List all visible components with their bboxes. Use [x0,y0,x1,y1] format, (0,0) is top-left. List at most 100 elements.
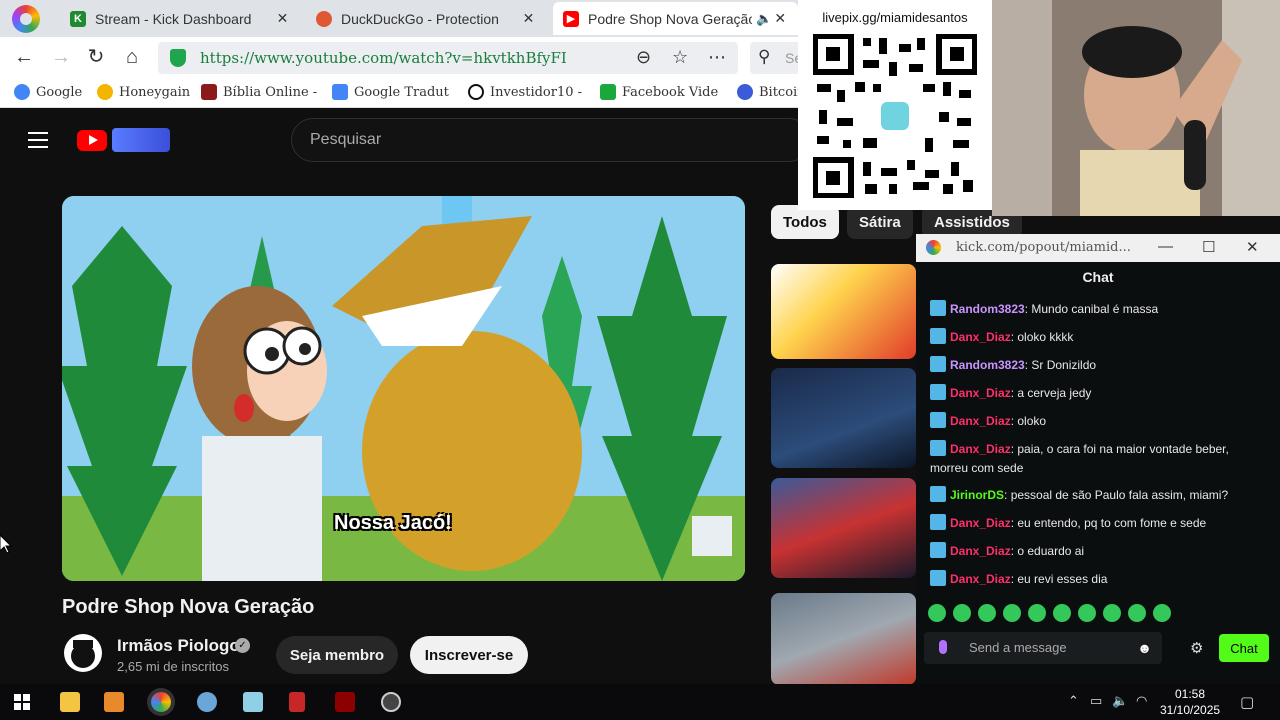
file-explorer-icon[interactable] [60,692,80,712]
reload-icon[interactable]: ↻ [84,46,108,68]
bookmark-facebook[interactable]: Facebook Vide [600,84,718,100]
recommended-thumbnail[interactable] [771,593,916,685]
subscribe-button[interactable]: Inscrever-se [410,636,528,674]
emoji-icon[interactable]: ☻ [1137,640,1152,656]
network-icon[interactable]: ◠ [1136,693,1147,709]
obs-icon[interactable] [381,692,401,712]
system-clock[interactable]: 01:58 31/10/2025 [1160,686,1220,718]
chat-separator: : [1004,488,1011,502]
bookmark-biblia[interactable]: Bíblia Online - [201,84,317,100]
windows-taskbar: ⌃ ▭ 🔈 ◠ 01:58 31/10/2025 ▢ [0,684,1280,720]
media-player-icon[interactable] [104,692,124,712]
emote-icon[interactable] [1103,604,1121,622]
battery-icon[interactable]: ▭ [1090,693,1102,709]
chat-username[interactable]: Danx_Diaz [950,414,1011,428]
video-caption: Nossa Jacó! [334,512,452,534]
chat-username[interactable]: Danx_Diaz [950,544,1011,558]
back-icon[interactable]: ← [12,46,36,68]
calculator-icon[interactable] [289,692,305,712]
browser-taskbar-icon[interactable] [151,692,171,712]
chat-message-input[interactable]: Send a message ☻ [924,632,1162,664]
chat-username[interactable]: Danx_Diaz [950,572,1011,586]
gear-icon[interactable]: ⚙ [1190,639,1203,657]
kick-chat-window: kick.com/popout/miamid... — ☐ ✕ Chat Ran… [916,234,1280,684]
join-member-button[interactable]: Seja membro [276,636,398,674]
flash-icon[interactable] [335,692,355,712]
chat-badge-icon [930,486,946,502]
tab-youtube-video[interactable]: ▶ Podre Shop Nova Geração 🔈 ✕ [553,2,798,35]
emote-icon[interactable] [953,604,971,622]
emote-icon[interactable] [1128,604,1146,622]
chat-window-url: kick.com/popout/miamid... [956,240,1131,255]
microphone-icon[interactable] [939,640,947,654]
webcam-overlay [992,0,1280,216]
emote-icon[interactable] [1003,604,1021,622]
address-bar[interactable]: https://www.youtube.com/watch?v=hkvtkhBf… [158,42,738,74]
chat-badge-icon [930,412,946,428]
volume-icon[interactable]: 🔈 [1112,693,1128,709]
emote-icon[interactable] [928,604,946,622]
minimize-icon[interactable]: — [1158,238,1173,255]
chat-username[interactable]: JirinorDS [950,488,1004,502]
chat-badge-icon [930,514,946,530]
send-chat-button[interactable]: Chat [1219,634,1269,662]
emote-icon[interactable] [978,604,996,622]
chat-message: JirinorDS: pessoal de são Paulo fala ass… [930,486,1266,505]
chat-username[interactable]: Random3823 [950,358,1025,372]
tab-kick-dashboard[interactable]: K Stream - Kick Dashboard ✕ [60,2,300,35]
channel-avatar[interactable] [64,634,102,672]
menu-icon[interactable] [28,132,48,153]
bookmark-honeygain[interactable]: Honeygain [97,84,190,100]
bookmark-bitcoin[interactable]: Bitcoin [737,84,806,100]
home-icon[interactable]: ⌂ [120,46,144,68]
notification-icon[interactable]: ▢ [1240,693,1254,711]
channel-name[interactable]: Irmãos Piologo [117,636,240,656]
emote-icon[interactable] [1053,604,1071,622]
recommended-thumbnail[interactable] [771,478,916,578]
clock-date: 31/10/2025 [1160,703,1221,717]
recommended-thumbnail[interactable] [771,368,916,468]
close-tab-icon[interactable]: ✕ [521,10,536,27]
forward-icon[interactable]: → [49,46,73,68]
chat-text: o eduardo ai [1017,544,1085,558]
bookmark-investidor[interactable]: Investidor10 - [468,84,582,100]
chat-username[interactable]: Danx_Diaz [950,442,1011,456]
close-icon[interactable]: ✕ [1246,238,1259,256]
chat-text: eu revi esses dia [1017,572,1108,586]
bookmark-label: Facebook Vide [622,84,719,100]
close-tab-icon[interactable]: ✕ [772,10,788,27]
youtube-search-input[interactable]: Pesquisar [291,118,811,162]
pix-qr-overlay: livepix.gg/miamidesantos [798,0,992,210]
emote-icon[interactable] [1153,604,1171,622]
chat-message: Danx_Diaz: eu entendo, pq to com fome e … [930,514,1266,533]
app-icon[interactable] [243,692,263,712]
youtube-logo[interactable] [77,130,107,151]
chat-badge-icon [930,440,946,456]
chip-todos[interactable]: Todos [771,205,839,239]
emote-icon[interactable] [1078,604,1096,622]
zoom-icon[interactable]: ⊖ [636,47,651,68]
browser-menu-icon[interactable] [12,5,40,33]
chat-text: Mundo canibal é massa [1031,302,1159,316]
chat-username[interactable]: Random3823 [950,302,1025,316]
speaker-icon[interactable]: 🔈 [756,11,772,27]
chat-username[interactable]: Danx_Diaz [950,516,1011,530]
close-tab-icon[interactable]: ✕ [275,10,290,27]
tab-duckduckgo[interactable]: DuckDuckGo - Protection ✕ [306,2,546,35]
bookmark-translate[interactable]: Google Tradut [332,84,449,100]
bookmark-star-icon[interactable]: ☆ [672,47,688,68]
windows-start-icon[interactable] [14,694,30,710]
emote-icon[interactable] [1028,604,1046,622]
chat-message: Danx_Diaz: oloko [930,412,1266,431]
paint-icon[interactable] [197,692,217,712]
more-icon[interactable]: ⋯ [708,47,726,68]
recommended-thumbnail[interactable] [771,264,916,359]
chat-text: oloko kkkk [1017,330,1074,344]
subscriber-count: 2,65 mi de inscritos [117,659,229,674]
chip-satira[interactable]: Sátira [847,205,913,239]
chat-username[interactable]: Danx_Diaz [950,330,1011,344]
chat-username[interactable]: Danx_Diaz [950,386,1011,400]
maximize-icon[interactable]: ☐ [1202,238,1215,256]
bookmark-google[interactable]: Google [14,84,82,100]
tray-expand-icon[interactable]: ⌃ [1068,693,1079,709]
